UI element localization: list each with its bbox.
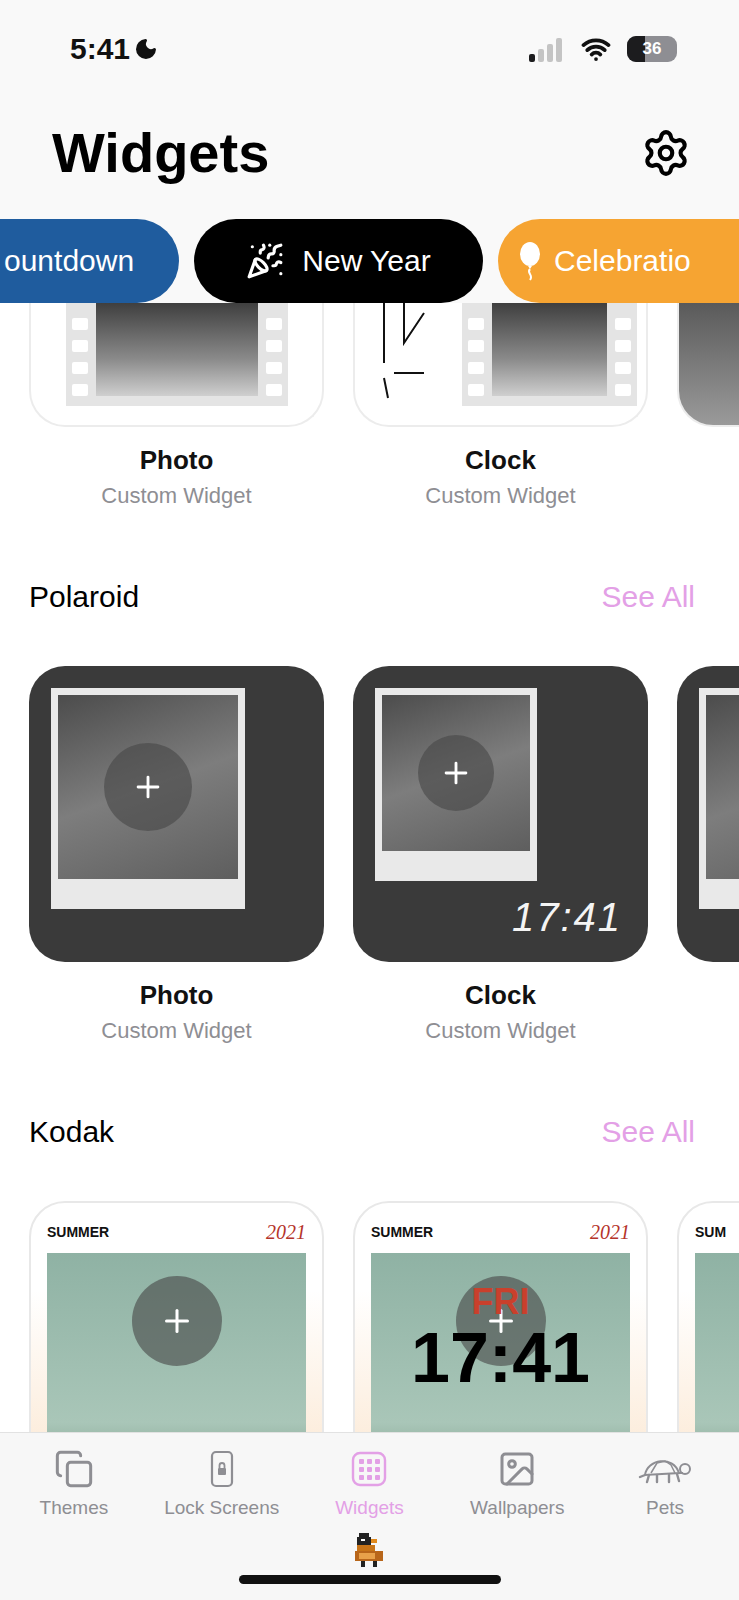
widget-card[interactable]	[29, 303, 324, 427]
widget-season: SUMMER	[371, 1224, 433, 1240]
widgets-icon	[349, 1449, 389, 1489]
see-all-button[interactable]: See All	[602, 580, 695, 614]
page-header: Widgets	[0, 97, 739, 209]
card-row: 17:41	[0, 666, 739, 962]
card-title: Photo	[140, 980, 214, 1010]
card-title: Clock	[465, 980, 536, 1010]
status-time: 5:41	[70, 32, 130, 66]
widget-card[interactable]: SUM	[677, 1201, 739, 1432]
add-button[interactable]	[132, 1276, 222, 1366]
card-label: Clock Custom Widget	[353, 445, 648, 509]
card-labels: Photo Custom Widget Clock Custom Widget	[0, 980, 739, 1044]
widget-preview	[695, 1253, 739, 1432]
card-label: Photo Custom Widget	[29, 980, 324, 1044]
settings-button[interactable]	[641, 128, 691, 178]
widget-preview	[47, 1253, 306, 1432]
wifi-icon	[581, 34, 611, 64]
polaroid-frame	[51, 688, 245, 909]
page-title: Widgets	[52, 120, 269, 186]
widget-header: SUMMER 2021	[355, 1219, 646, 1245]
card-label	[677, 445, 739, 509]
widget-card[interactable]	[353, 303, 648, 427]
themes-icon	[54, 1449, 94, 1489]
tab-item[interactable]: Widgets	[296, 1449, 444, 1519]
moon-icon	[134, 37, 158, 61]
widget-preview	[382, 695, 530, 851]
widget-preview	[706, 695, 739, 879]
widget-year: 2021	[590, 1221, 630, 1244]
app-screen: 5:41 36 Widgets ountdownNew YearCelebratio P…	[0, 0, 739, 1600]
widget-card[interactable]: SUMMER 2021 FRI17:41	[353, 1201, 648, 1432]
polaroid-frame	[375, 688, 537, 881]
category-chip[interactable]: ountdown	[0, 219, 179, 303]
card-row	[0, 303, 739, 427]
widget-preview	[58, 695, 238, 879]
add-button[interactable]	[418, 735, 494, 811]
widget-season: SUM	[695, 1224, 726, 1240]
tab-item[interactable]: Lock Screens	[148, 1449, 296, 1519]
tab-item[interactable]: Wallpapers	[443, 1449, 591, 1519]
pet-duck-icon[interactable]	[353, 1533, 387, 1569]
widget-card[interactable]	[677, 666, 739, 962]
tab-bar: ThemesLock ScreensWidgetsWallpapersPets	[0, 1432, 739, 1600]
widget-card[interactable]	[677, 303, 739, 427]
widget-time: 17:41	[512, 895, 626, 940]
wallpapers-icon	[497, 1449, 537, 1489]
home-indicator[interactable]	[239, 1575, 501, 1584]
widget-preview	[492, 303, 607, 396]
widget-season: SUMMER	[47, 1224, 109, 1240]
gear-icon	[641, 128, 691, 178]
polaroid-frame	[699, 688, 739, 909]
add-button[interactable]	[104, 743, 192, 831]
film-strip	[462, 303, 637, 406]
plus-icon	[159, 1303, 195, 1339]
category-chip[interactable]: New Year	[194, 219, 483, 303]
widget-card[interactable]	[29, 666, 324, 962]
plus-icon	[131, 770, 165, 804]
card-label: Clock Custom Widget	[353, 980, 648, 1044]
card-subtitle: Custom Widget	[425, 483, 575, 509]
widget-year: 2021	[266, 1221, 306, 1244]
plus-icon	[439, 756, 473, 790]
card-subtitle: Custom Widget	[425, 1018, 575, 1044]
party-popper-icon	[246, 242, 284, 280]
widget-list: Photo Custom Widget Clock Custom Widget Pola…	[0, 303, 739, 1432]
widget-time: 17:41	[411, 1321, 590, 1395]
widget-preview	[96, 303, 258, 396]
card-row: SUMMER 2021 SUMMER 2021 FRI17:41 SUM	[0, 1201, 739, 1432]
card-subtitle: Custom Widget	[101, 483, 251, 509]
card-title: Clock	[465, 445, 536, 475]
widget-preview: FRI17:41	[371, 1253, 630, 1432]
tab-item[interactable]: Pets	[591, 1449, 739, 1519]
widget-day: FRI	[472, 1283, 530, 1321]
balloon-icon	[516, 241, 544, 281]
category-chip[interactable]: Celebratio	[498, 219, 739, 303]
clock-hands-icon	[364, 303, 444, 403]
signal-icon	[529, 36, 565, 62]
battery-level: 36	[627, 36, 677, 62]
lock-screen-icon	[202, 1449, 242, 1489]
section-title: Kodak	[29, 1115, 114, 1149]
status-bar: 5:41 36	[0, 0, 739, 97]
widget-preview	[679, 303, 739, 425]
widget-header: SUMMER 2021	[31, 1219, 322, 1245]
battery-icon: 36	[627, 36, 677, 62]
turtle-icon	[637, 1449, 693, 1489]
section-header: Polaroid See All	[0, 575, 739, 619]
section-header: Kodak See All	[0, 1110, 739, 1154]
widget-card[interactable]: 17:41	[353, 666, 648, 962]
category-chips: ountdownNew YearCelebratio	[0, 219, 739, 303]
tab-item[interactable]: Themes	[0, 1449, 148, 1519]
card-label: Photo Custom Widget	[29, 445, 324, 509]
card-labels: Photo Custom Widget Clock Custom Widget	[0, 445, 739, 509]
widget-header: SUM	[679, 1219, 739, 1245]
card-label	[677, 980, 739, 1044]
card-title: Photo	[140, 445, 214, 475]
film-strip	[66, 303, 288, 406]
card-subtitle: Custom Widget	[101, 1018, 251, 1044]
section-title: Polaroid	[29, 580, 139, 614]
widget-card[interactable]: SUMMER 2021	[29, 1201, 324, 1432]
see-all-button[interactable]: See All	[602, 1115, 695, 1149]
